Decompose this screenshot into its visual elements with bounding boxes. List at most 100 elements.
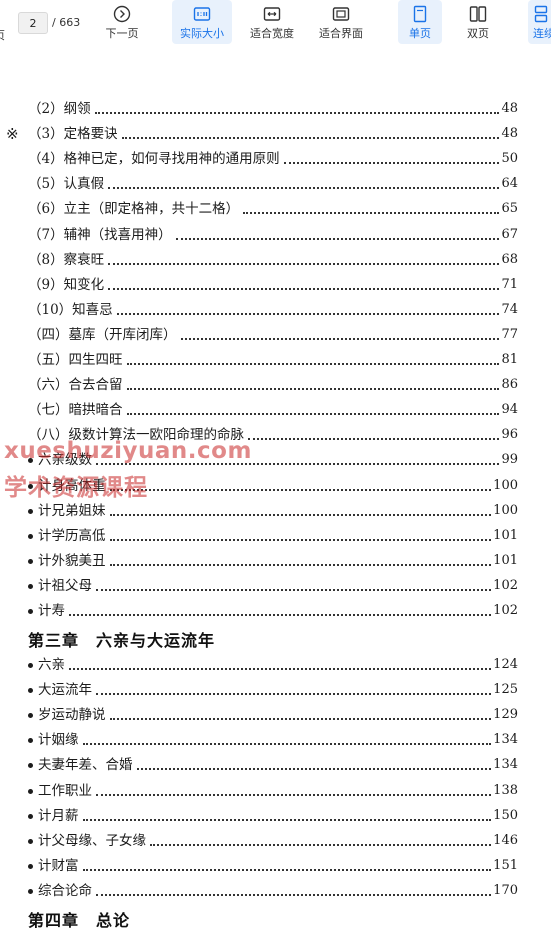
toc-entry: 计身高体重 100: [28, 474, 518, 496]
toc-entry: ※ （3）定格要诀 48: [6, 122, 518, 144]
dot-leader: [69, 668, 492, 670]
fit-page-button[interactable]: 适合界面: [314, 0, 368, 44]
double-page-button[interactable]: 双页: [456, 0, 500, 44]
dot-leader: [243, 212, 500, 215]
toc-entry-page: 100: [493, 502, 518, 518]
dot-leader: [180, 337, 500, 340]
toc-entry: （5）认真假 64: [28, 172, 518, 194]
toc-entry: 计姻缘 134: [28, 728, 518, 750]
double-page-icon: [469, 5, 487, 23]
toc-entry-page: 48: [501, 126, 518, 142]
fit-width-icon: [263, 5, 281, 23]
toc-entry: （9）知变化 71: [28, 273, 518, 295]
toc-entry: （7）辅神（找喜用神） 67: [28, 223, 518, 245]
toc-entry: 计祖父母 102: [28, 574, 518, 596]
bullet-icon: [28, 688, 33, 694]
fit-width-button[interactable]: 适合宽度: [246, 0, 298, 44]
dot-leader: [116, 312, 500, 315]
toc-entry: 夫妻年差、合婚 134: [28, 753, 518, 775]
bullet-icon: [28, 713, 33, 719]
bullet-icon: [28, 533, 33, 539]
chapter-4-heading: 第四章 总论: [28, 911, 131, 930]
actual-size-icon: [193, 5, 211, 23]
chapter-3-heading: 第三章 六亲与大运流年: [28, 631, 216, 650]
toc-entry-title: 计学历高低: [38, 527, 106, 544]
toc-entry: （八）级数计算法一欧阳命理的命脉 96: [28, 423, 518, 445]
toc-entry-page: 100: [493, 477, 518, 493]
toc-entry-page: 94: [501, 402, 518, 418]
toc-entry-page: 67: [501, 226, 518, 242]
actual-size-button[interactable]: 实际大小: [172, 0, 232, 44]
toc-entry-page: 170: [493, 882, 518, 898]
continuous-button[interactable]: 连续: [528, 0, 551, 44]
toc-entry-title: 计姻缘: [38, 732, 79, 749]
double-page-label: 双页: [467, 27, 489, 40]
toc-entry-page: 134: [493, 757, 518, 773]
toc-entry-page: 64: [501, 176, 518, 192]
actual-size-label: 实际大小: [180, 27, 224, 40]
next-page-label: 下一页: [105, 27, 139, 40]
document-page: （2）纲领 48 ※ （3）定格要诀 48 （4）格神已定，如何寻找用神的通用原则 50 （5…: [0, 48, 551, 933]
toc-entry-title: （9）知变化: [28, 276, 105, 293]
toc-entry: （4）格神已定，如何寻找用神的通用原则 50: [28, 147, 518, 169]
toc-entry: （6）立主（即定格神，共十二格） 65: [28, 197, 518, 219]
page-label-fragment: 页: [0, 27, 5, 43]
toc-entry-page: 125: [493, 682, 518, 698]
toc-entry-title: （七）暗拱暗合: [28, 402, 123, 419]
dot-leader: [150, 843, 492, 846]
fit-page-icon: [332, 5, 350, 23]
toc-entry-title: （10）知喜忌: [28, 301, 113, 318]
toc-entry-title: （6）立主（即定格神，共十二格）: [28, 201, 240, 218]
toc-entry-page: 74: [501, 301, 518, 317]
toc-entry-title: （8）察衰旺: [28, 251, 105, 268]
bullet-icon: [28, 663, 33, 668]
toc-entry: （四）墓库（开库闭库） 77: [28, 323, 518, 345]
viewer-toolbar: 页 2 / 663 下一页 实际大小 适合宽度 适合界面 单页: [0, 0, 551, 49]
toc-entry-page: 129: [493, 707, 518, 723]
toc-entry-page: 71: [501, 276, 518, 292]
toc-entry-title: 计身高体重: [38, 477, 106, 494]
toc-entry: 计月薪 150: [28, 804, 518, 826]
toc-entry-title: （5）认真假: [28, 176, 105, 193]
bullet-icon: [28, 788, 33, 794]
toc-entry-page: 150: [493, 807, 518, 823]
toc-entry-title: （八）级数计算法一欧阳命理的命脉: [28, 427, 244, 444]
single-page-button[interactable]: 单页: [398, 0, 442, 44]
bullet-icon: [28, 863, 33, 869]
toc-entry: 工作职业 138: [28, 779, 518, 801]
toc-entry-page: 68: [501, 251, 518, 267]
dot-leader: [109, 563, 492, 566]
toc-entry-title: （3）定格要诀: [28, 126, 118, 143]
toc-entry-title: 计月薪: [38, 807, 79, 824]
dot-leader: [96, 793, 492, 796]
page-total: / 663: [52, 12, 80, 34]
dot-leader: [109, 718, 492, 721]
current-page-input[interactable]: 2: [18, 12, 48, 34]
dot-leader: [126, 413, 500, 416]
toc-entry-title: （4）格神已定，如何寻找用神的通用原则: [28, 151, 280, 168]
dot-leader: [96, 463, 500, 466]
dot-leader: [96, 693, 492, 696]
toc-entry-page: 124: [493, 657, 518, 672]
dot-leader: [108, 287, 500, 290]
bullet-icon: [28, 609, 33, 614]
bullet-icon: [28, 458, 33, 464]
bullet-icon: [28, 483, 33, 489]
bullet-icon: [28, 838, 33, 844]
toc-entry-page: 50: [501, 151, 518, 167]
fit-width-label: 适合宽度: [250, 27, 294, 40]
bullet-icon: [28, 558, 33, 564]
toc-entry-title: 岁运动静说: [38, 707, 106, 724]
toc-entry-page: 146: [493, 832, 518, 848]
single-page-label: 单页: [409, 27, 431, 40]
toc-entry-title: 六亲级数: [38, 452, 92, 469]
toc-entry-title: 计祖父母: [38, 577, 92, 594]
toc-entry: （五）四生四旺 81: [28, 348, 518, 370]
toc-entry-page: 102: [493, 603, 518, 618]
bullet-icon: [28, 738, 33, 744]
toc-entry: 六亲级数 99: [28, 448, 518, 470]
chevron-right-circle-icon: [113, 5, 131, 23]
next-page-button[interactable]: 下一页: [100, 0, 144, 44]
single-page-icon: [411, 5, 429, 23]
toc-entry-page: 48: [501, 101, 518, 116]
